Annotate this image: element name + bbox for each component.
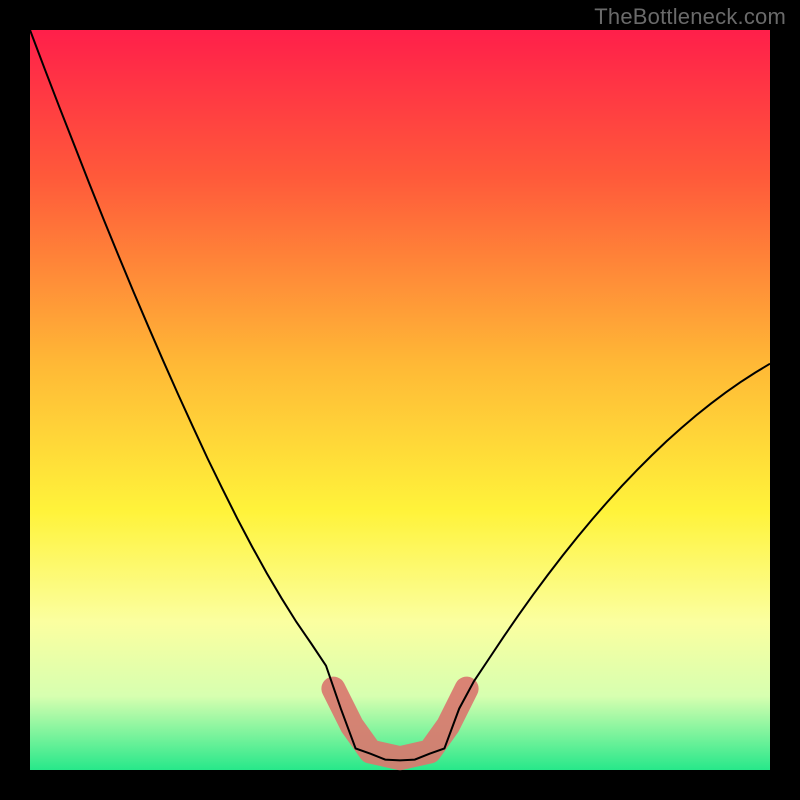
plot-background (30, 30, 770, 770)
bottleneck-curve-chart (0, 0, 800, 800)
chart-stage: TheBottleneck.com (0, 0, 800, 800)
watermark-text: TheBottleneck.com (594, 4, 786, 30)
